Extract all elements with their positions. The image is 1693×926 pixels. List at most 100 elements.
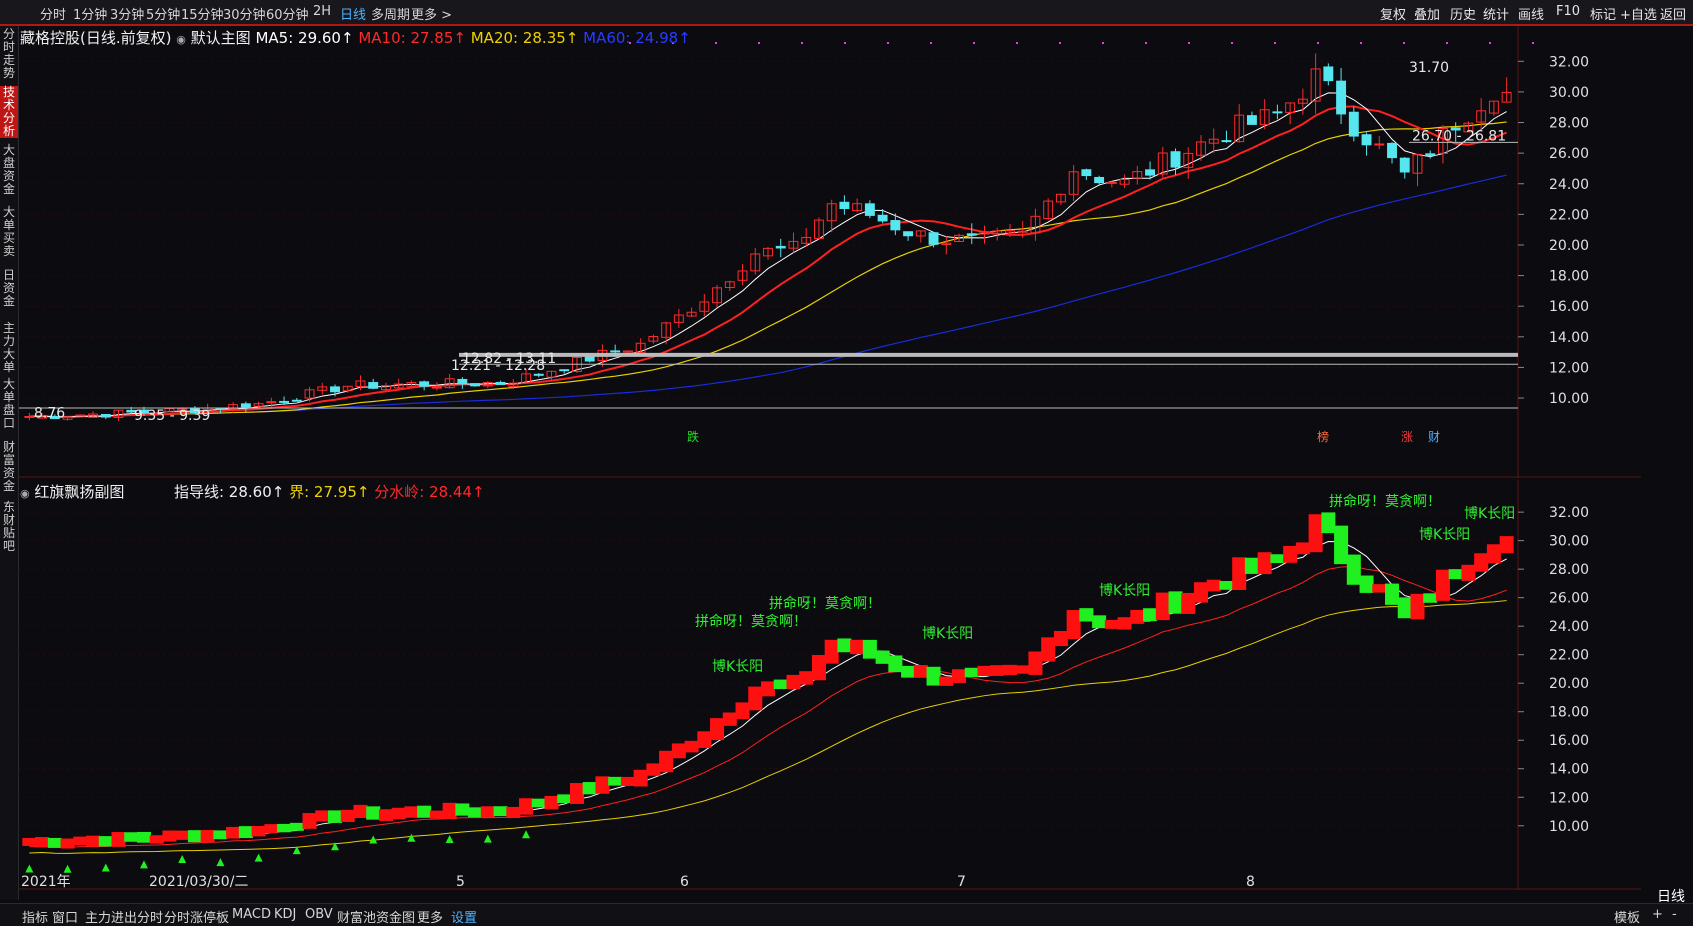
block-bar: [760, 681, 776, 697]
block-bar: [1283, 545, 1298, 563]
block-bar: [468, 807, 483, 818]
bottom-item-1[interactable]: 窗口: [52, 907, 78, 926]
block-bar: [429, 810, 444, 819]
toolbar-item-0[interactable]: 分时: [40, 4, 66, 23]
sidebar-tab-1[interactable]: 技术分析: [0, 86, 18, 138]
block-bar: [1397, 597, 1412, 619]
bottom-item-5[interactable]: KDJ: [274, 907, 296, 922]
toolbar-right-item-2[interactable]: 历史: [1450, 4, 1476, 23]
bottom-item-0[interactable]: 指标: [22, 907, 48, 926]
toolbar-right-item-6[interactable]: 标记: [1590, 4, 1616, 23]
bottom-item-6[interactable]: OBV: [305, 907, 333, 922]
block-bar: [1499, 536, 1514, 554]
block-bar: [404, 806, 419, 818]
block-bar: [710, 718, 725, 741]
toolbar-right-item-0[interactable]: 复权: [1380, 4, 1406, 23]
block-bar: [1041, 637, 1056, 662]
block-bar: [837, 638, 852, 653]
y-tick-label: 14.00: [1549, 330, 1589, 346]
sidebar-tab-4[interactable]: 日资金: [0, 269, 18, 317]
settings-icon[interactable]: ◉: [176, 33, 186, 46]
event-marker: 榜: [1317, 429, 1329, 444]
main-kline-chart[interactable]: 32.00 30.00 28.00 26.00 24.00 22.00 20.00 18.00…: [19, 26, 1641, 478]
sidebar-tab-7[interactable]: 财富资金: [0, 441, 18, 497]
event-marker: 跌: [687, 429, 699, 444]
bottom-item-7[interactable]: 财富池资金图: [337, 907, 415, 926]
candle-body: [1323, 66, 1334, 82]
bottom-item-2[interactable]: 主力进出分时: [85, 907, 163, 926]
block-bar: [595, 776, 610, 794]
bottom-right-item-1[interactable]: +: [1652, 907, 1663, 922]
bottom-item-8[interactable]: 更多: [417, 907, 443, 926]
toolbar-item-7[interactable]: 2H: [313, 4, 331, 19]
toolbar-right-item-5[interactable]: F10: [1556, 4, 1580, 19]
candle-body: [1399, 157, 1410, 173]
sidebar-tab-6[interactable]: 大单盘口: [0, 378, 18, 434]
block-bar: [1168, 591, 1183, 614]
block-bar: [353, 804, 368, 818]
left-sidebar: 分时走势技术分析大盘资金大单买卖日资金主力大单大单盘口财富资金东财贴吧: [0, 26, 19, 900]
x-axis-label: 5: [456, 874, 465, 890]
signal-dot: [1360, 42, 1362, 44]
sub-title[interactable]: 红旗飘扬副图: [34, 483, 124, 501]
toolbar-right-item-3[interactable]: 统计: [1483, 4, 1509, 23]
toolbar-item-2[interactable]: 3分钟: [110, 4, 144, 23]
block-bar: [697, 731, 712, 748]
block-bar: [990, 665, 1005, 676]
signal-dot: [844, 42, 846, 44]
toolbar-right-item-1[interactable]: 叠加: [1414, 4, 1440, 23]
settings-icon[interactable]: ◉: [20, 487, 30, 500]
toolbar-item-10[interactable]: 更多 >: [411, 4, 452, 23]
bottom-item-9[interactable]: 设置: [451, 907, 477, 926]
bottom-item-4[interactable]: MACD: [232, 907, 271, 922]
signal-dot: [1403, 42, 1405, 44]
block-bar: [187, 830, 202, 843]
block-bar: [277, 823, 292, 833]
candle-body: [495, 381, 506, 385]
y-tick-label: 22.00: [1549, 648, 1589, 664]
block-bar: [366, 806, 381, 820]
block-bar: [1423, 593, 1438, 603]
toolbar-item-3[interactable]: 5分钟: [146, 4, 180, 23]
sidebar-tab-0[interactable]: 分时走势: [0, 28, 18, 80]
block-bar: [251, 826, 266, 837]
bottom-right-item-0[interactable]: 模板: [1614, 907, 1640, 926]
bottom-right-item-2[interactable]: -: [1672, 907, 1677, 922]
candle-body: [1348, 111, 1359, 137]
signal-text: 博K长阳: [1419, 526, 1470, 543]
sidebar-tab-3[interactable]: 大单买卖: [0, 206, 18, 262]
toolbar-item-9[interactable]: 多周期: [371, 4, 410, 23]
sidebar-tab-8[interactable]: 东财贴吧: [0, 501, 18, 555]
toolbar-right-item-8[interactable]: 返回: [1660, 4, 1686, 23]
signal-text: 博K长阳: [1099, 582, 1150, 599]
toolbar-right-item-4[interactable]: 画线: [1518, 4, 1544, 23]
signal-dot: [973, 42, 975, 44]
block-bar: [124, 832, 139, 842]
sidebar-tab-5[interactable]: 主力大单: [0, 322, 18, 374]
candle-body: [966, 233, 977, 236]
toolbar-item-6[interactable]: 60分钟: [266, 4, 309, 23]
toolbar-item-1[interactable]: 1分钟: [73, 4, 107, 23]
block-bar: [977, 665, 992, 676]
sidebar-tab-2[interactable]: 大盘资金: [0, 144, 18, 200]
block-bar: [608, 776, 623, 786]
range-label: 9.35 - 9.39: [134, 408, 210, 424]
bottom-item-3[interactable]: 分时涨停板: [164, 907, 229, 926]
block-bar: [1346, 554, 1361, 585]
indicator-name[interactable]: 默认主图: [191, 29, 251, 47]
signal-text: 拼命呀！莫贪啊！: [695, 613, 807, 630]
block-bar: [862, 639, 877, 659]
toolbar-item-4[interactable]: 15分钟: [181, 4, 224, 23]
y-tick-label: 18.00: [1549, 705, 1589, 721]
candle-body: [775, 245, 786, 249]
block-bar: [417, 805, 432, 818]
y-tick-label: 26.00: [1549, 591, 1589, 607]
y-tick-label: 26.00: [1549, 146, 1589, 162]
block-bar: [47, 837, 62, 848]
toolbar-right-item-7[interactable]: +自选: [1620, 4, 1657, 23]
block-bar: [60, 838, 75, 849]
toolbar-item-5[interactable]: 30分钟: [223, 4, 266, 23]
sub-indicator-chart[interactable]: 32.00 30.00 28.00 26.00 24.00 22.00 20.00 18.00…: [19, 480, 1641, 890]
toolbar-item-8[interactable]: 日线: [340, 4, 366, 23]
x-axis-label: 8: [1246, 874, 1255, 890]
